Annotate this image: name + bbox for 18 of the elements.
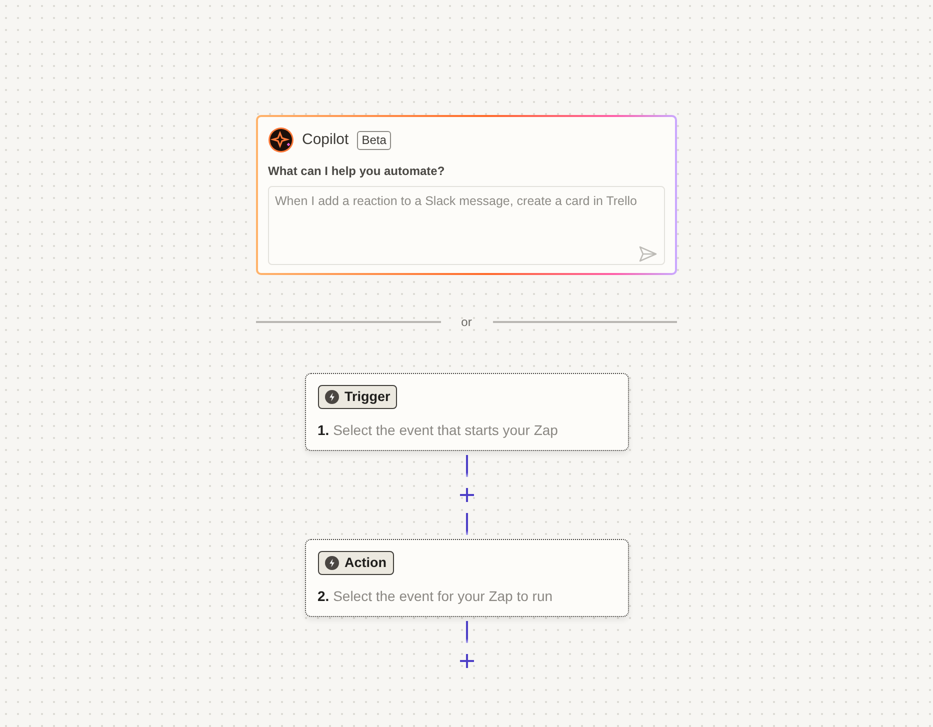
step-description: 1. Select the event that starts your Zap [318, 421, 559, 440]
connector-line [466, 513, 468, 535]
connector-line [466, 455, 468, 477]
add-step-button[interactable] [460, 654, 474, 668]
step-description: 2. Select the event for your Zap to run [318, 587, 554, 606]
step-card[interactable]: Action 2. Select the event for your Zap to run [304, 539, 628, 617]
sparkle-logo-icon [268, 127, 294, 153]
copilot-title: Copilot [302, 130, 349, 150]
bolt-icon [324, 556, 338, 570]
step-card[interactable]: Trigger 1. Select the event that starts your Zap [304, 373, 628, 451]
or-label: or [460, 314, 473, 331]
prompt-label: What can I help you automate? [268, 163, 446, 180]
step-tag: Action [318, 551, 394, 575]
bolt-icon [324, 390, 338, 404]
beta-badge: Beta [356, 130, 392, 150]
connector-line [466, 621, 468, 643]
add-step-button[interactable] [460, 488, 474, 502]
step-tag: Trigger [318, 385, 398, 409]
